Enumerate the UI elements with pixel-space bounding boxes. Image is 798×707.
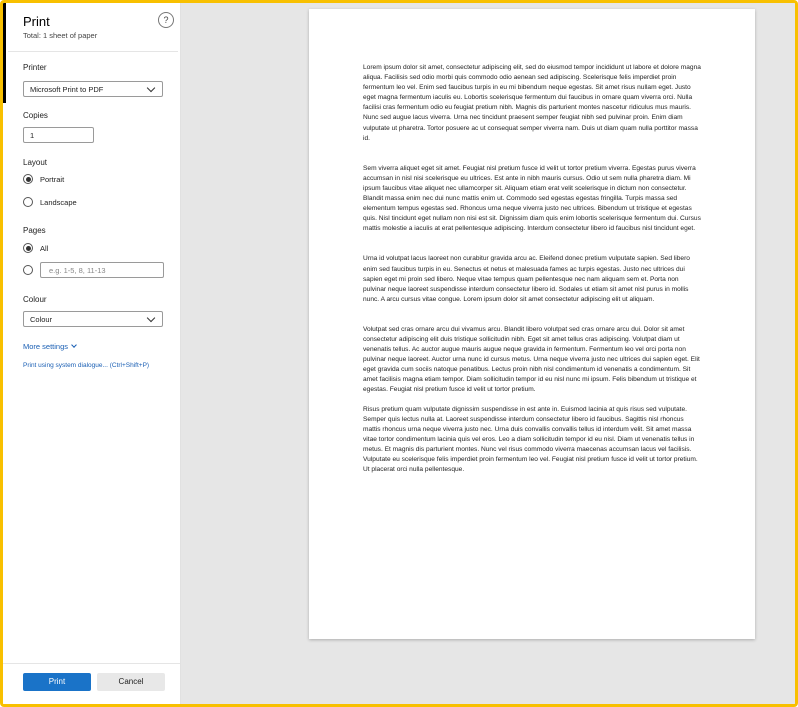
preview-paragraph: Volutpat sed cras ornare arcu dui vivamu… <box>363 325 700 394</box>
more-settings-label: More settings <box>23 342 69 351</box>
preview-page-text: Lorem ipsum dolor sit amet, consectetur … <box>363 63 703 475</box>
landscape-radio[interactable] <box>23 197 33 207</box>
pages-label: Pages <box>23 226 46 235</box>
printer-select-value: Microsoft Print to PDF <box>30 85 104 94</box>
chevron-down-icon <box>71 342 77 348</box>
system-dialog-link[interactable]: Print using system dialogue... (Ctrl+Shi… <box>23 362 149 369</box>
preview-paragraph: Urna id volutpat lacus laoreet non curab… <box>363 255 690 303</box>
preview-paragraph: Risus pretium quam vulputate dignissim s… <box>363 405 698 474</box>
colour-select-value: Colour <box>30 315 53 324</box>
chevron-down-icon <box>146 83 156 93</box>
print-button[interactable]: Print <box>23 673 91 691</box>
colour-label: Colour <box>23 295 47 304</box>
preview-paragraph: Sem viverra aliquet eget sit amet. Feugi… <box>363 164 701 233</box>
print-preview-area[interactable]: Lorem ipsum dolor sit amet, consectetur … <box>181 3 795 704</box>
pages-all-radio[interactable] <box>23 243 33 253</box>
portrait-label: Portrait <box>40 175 65 184</box>
print-dialog-frame: Print Total: 1 sheet of paper ? Printer … <box>0 0 798 707</box>
copies-value: 1 <box>30 131 35 140</box>
pages-range-placeholder: e.g. 1-5, 8, 11-13 <box>49 266 106 275</box>
focus-indicator <box>3 3 6 103</box>
copies-input[interactable]: 1 <box>23 127 94 143</box>
copies-label: Copies <box>23 111 48 120</box>
portrait-radio[interactable] <box>23 174 33 184</box>
chevron-down-icon <box>146 313 156 323</box>
pages-custom-radio[interactable] <box>23 265 33 275</box>
preview-paragraph: Lorem ipsum dolor sit amet, consectetur … <box>363 64 701 142</box>
more-settings-link[interactable]: More settings <box>23 342 77 351</box>
printer-select[interactable]: Microsoft Print to PDF <box>23 81 163 97</box>
sheet-count: Total: 1 sheet of paper <box>23 31 98 40</box>
landscape-label: Landscape <box>40 198 77 207</box>
settings-panel: Print Total: 1 sheet of paper ? Printer … <box>3 3 181 704</box>
pages-range-input[interactable]: e.g. 1-5, 8, 11-13 <box>40 262 164 278</box>
pages-all-label: All <box>40 244 49 253</box>
help-icon[interactable]: ? <box>158 12 174 28</box>
layout-label: Layout <box>23 158 48 167</box>
header-divider <box>8 51 178 52</box>
dialog-footer: Print Cancel <box>3 663 180 704</box>
printer-label: Printer <box>23 63 47 72</box>
cancel-button[interactable]: Cancel <box>97 673 165 691</box>
preview-page: Lorem ipsum dolor sit amet, consectetur … <box>309 9 755 639</box>
colour-select[interactable]: Colour <box>23 311 163 327</box>
dialog-title: Print <box>23 14 50 29</box>
